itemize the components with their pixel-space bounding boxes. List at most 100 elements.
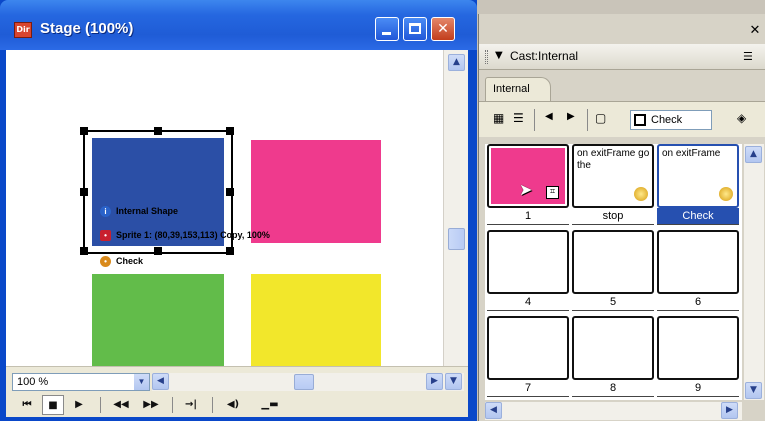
script-preview: on exitFrame go the — [577, 148, 650, 171]
scroll-up-icon[interactable]: ▲ — [745, 146, 762, 163]
sprite-green-rect[interactable] — [92, 274, 224, 378]
cursor-icon: ➤ — [519, 180, 533, 199]
cast-member-5[interactable]: 5 — [572, 230, 654, 312]
stage-canvas[interactable]: i Internal Shape • Sprite 1: (80,39,153,… — [6, 50, 443, 378]
member-thumbnail[interactable] — [657, 316, 739, 380]
list-view-icon[interactable]: ☰ — [513, 111, 524, 125]
stage-vertical-scrollbar[interactable]: ▲ — [443, 50, 468, 366]
scroll-left-icon[interactable]: ◀ — [485, 402, 502, 419]
cast-title: Cast:Internal — [510, 49, 579, 63]
separator — [212, 397, 213, 413]
step-back-icon[interactable]: ◀◀ — [110, 395, 132, 415]
cast-member-4[interactable]: 4 — [487, 230, 569, 312]
resize-handle-se[interactable] — [226, 247, 234, 255]
resize-handle-ne[interactable] — [226, 127, 234, 135]
cast-member-2[interactable]: on exitFrame go the stop — [572, 144, 654, 226]
tab-internal[interactable]: Internal — [485, 77, 551, 101]
sprite-yellow-rect[interactable] — [251, 274, 381, 378]
member-thumbnail[interactable]: on exitFrame go the — [572, 144, 654, 208]
cast-member-6[interactable]: 6 — [657, 230, 739, 312]
cast-toolbar: ▦ ☰ ◀ ▶ ▢ Check ◈ — [479, 101, 765, 137]
cast-member-grid: ➤ ⌗ 1 on exitFrame go the stop on exitFr… — [485, 144, 742, 400]
info-icon: i — [100, 205, 111, 217]
scroll-right-icon[interactable]: ▶ — [426, 373, 443, 390]
maximize-button[interactable] — [403, 17, 427, 41]
sprite-overlay-member: i Internal Shape — [100, 204, 178, 218]
zoom-select[interactable]: 100 % ▼ — [12, 373, 150, 391]
drag-member-icon[interactable]: ▢ — [595, 111, 606, 125]
member-label: Check — [657, 208, 739, 225]
sprite-icon: • — [100, 229, 111, 241]
resize-handle-s[interactable] — [154, 247, 162, 255]
scroll-up-icon[interactable]: ▲ — [448, 54, 465, 71]
resize-handle-e[interactable] — [226, 188, 234, 196]
member-label: 7 — [487, 380, 569, 397]
member-label: 8 — [572, 380, 654, 397]
separator — [587, 109, 588, 131]
stage-title: Stage (100%) — [40, 20, 134, 37]
stop-icon[interactable]: ■ — [42, 395, 64, 415]
cast-horizontal-scrollbar[interactable]: ◀ ▶ — [485, 402, 742, 420]
member-label: 1 — [487, 208, 569, 225]
minimize-button[interactable] — [375, 17, 399, 41]
options-menu-icon[interactable]: ☰ — [743, 50, 753, 63]
member-label: 9 — [657, 380, 739, 397]
member-properties-icon[interactable]: ◈ — [737, 111, 746, 125]
behavior-icon: • — [100, 255, 111, 267]
separator — [100, 397, 101, 413]
resize-handle-nw[interactable] — [80, 127, 88, 135]
scroll-down-icon[interactable]: ▼ — [445, 373, 462, 390]
grip-icon[interactable] — [485, 50, 488, 64]
scroll-down-icon[interactable]: ▼ — [745, 382, 762, 399]
resize-handle-sw[interactable] — [80, 247, 88, 255]
scroll-right-icon[interactable]: ▶ — [721, 402, 738, 419]
member-label: 6 — [657, 294, 739, 311]
member-thumbnail[interactable] — [657, 230, 739, 294]
member-thumbnail[interactable] — [572, 316, 654, 380]
collapse-arrow-icon[interactable]: ▼ — [495, 50, 503, 61]
cast-member-3[interactable]: on exitFrame Check — [657, 144, 739, 226]
cast-panel-header[interactable]: ▼ Cast:Internal ☰ — [479, 44, 765, 70]
resize-handle-n[interactable] — [154, 127, 162, 135]
rewind-icon[interactable]: ⏮ — [16, 395, 38, 415]
close-button[interactable]: ✕ — [431, 17, 455, 41]
stage-hscroll-thumb[interactable] — [294, 374, 314, 390]
member-thumbnail[interactable] — [487, 316, 569, 380]
close-icon: ✕ — [437, 21, 449, 37]
step-forward-icon[interactable]: ▶▶ — [140, 395, 162, 415]
member-name-value: Check — [651, 114, 683, 126]
loop-icon[interactable]: →| — [180, 395, 202, 415]
stage-horizontal-scrollbar[interactable]: ◀ ▶ ▼ — [152, 373, 464, 391]
scroll-left-icon[interactable]: ◀ — [152, 373, 169, 390]
member-label: 5 — [572, 294, 654, 311]
next-member-icon[interactable]: ▶ — [567, 111, 575, 122]
cast-tab-bar: Internal — [479, 71, 765, 101]
toggle-display-icon[interactable]: ▁▬ — [250, 395, 290, 415]
cast-member-8[interactable]: 8 — [572, 316, 654, 398]
sprite-pink-rect[interactable] — [251, 140, 381, 243]
zoom-value: 100 % — [17, 376, 49, 388]
previous-member-icon[interactable]: ◀ — [545, 111, 553, 122]
member-thumbnail[interactable] — [572, 230, 654, 294]
stage-window: Dir Stage (100%) ✕ i Internal Shape • Sp… — [0, 0, 477, 421]
close-icon[interactable]: ✕ — [747, 24, 763, 38]
resize-handle-w[interactable] — [80, 188, 88, 196]
volume-icon[interactable]: ◀) — [222, 395, 244, 415]
member-thumbnail[interactable] — [487, 230, 569, 294]
cast-window: ✕ ▼ Cast:Internal ☰ Internal ▦ ☰ ◀ ▶ ▢ C… — [478, 14, 765, 421]
cast-member-9[interactable]: 9 — [657, 316, 739, 398]
cast-member-7[interactable]: 7 — [487, 316, 569, 398]
member-type-icon — [634, 114, 646, 126]
stage-title-bar[interactable]: Dir Stage (100%) ✕ — [0, 0, 477, 50]
member-thumbnail[interactable]: ➤ ⌗ — [487, 144, 569, 208]
member-name-field[interactable]: Check — [630, 110, 712, 130]
overlay-sprite-text: Sprite 1: (80,39,153,113) Copy, 100% — [116, 230, 270, 240]
cast-vertical-scrollbar[interactable]: ▲ ▼ — [744, 144, 764, 400]
chevron-down-icon[interactable]: ▼ — [134, 374, 149, 390]
shape-type-icon: ⌗ — [546, 186, 559, 199]
cast-member-1[interactable]: ➤ ⌗ 1 — [487, 144, 569, 226]
stage-vscroll-thumb[interactable] — [448, 228, 465, 250]
play-icon[interactable]: ▶ — [68, 395, 90, 415]
thumbnail-view-icon[interactable]: ▦ — [493, 111, 504, 125]
member-thumbnail[interactable]: on exitFrame — [657, 144, 739, 208]
